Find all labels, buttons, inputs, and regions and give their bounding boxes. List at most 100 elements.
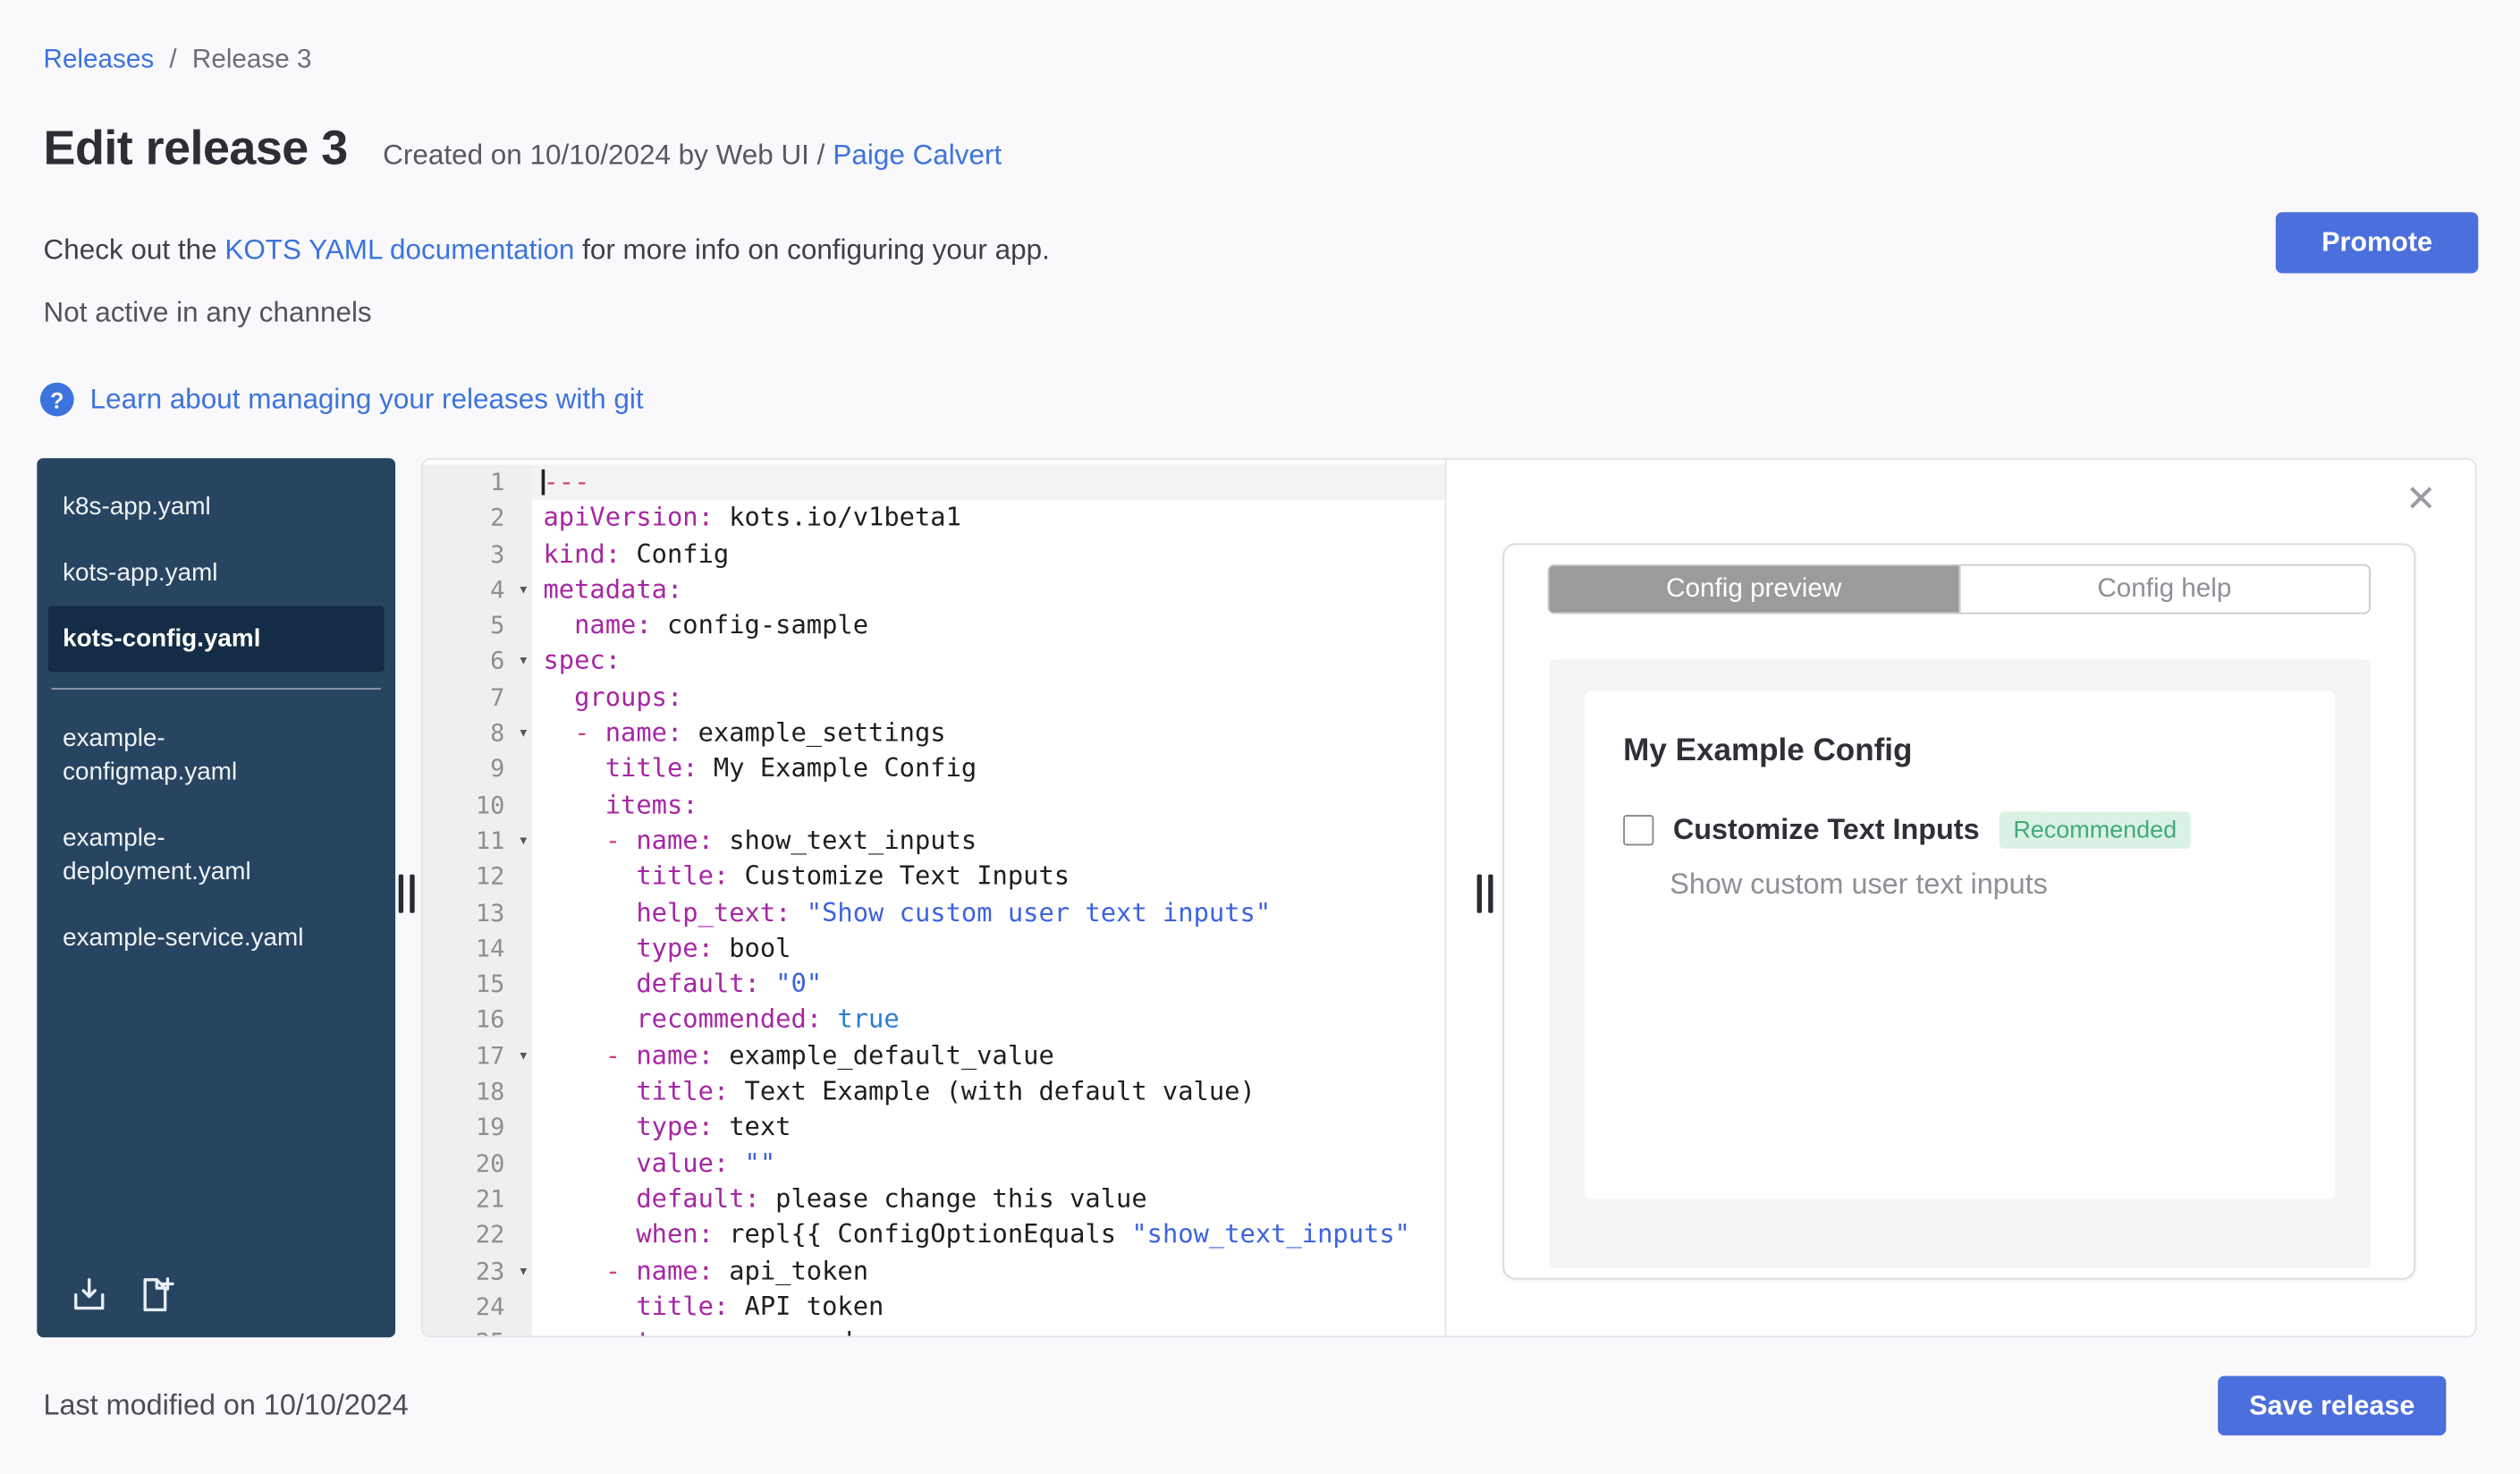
config-item-row: Customize Text Inputs Recommended — [1623, 811, 2296, 849]
line-number: 21 — [475, 1184, 505, 1214]
fold-arrow-icon[interactable]: ▾ — [518, 1038, 529, 1074]
code-line[interactable]: 16 recommended: true — [422, 1002, 1445, 1038]
code-line[interactable]: 23 ▾ - name: api_token — [422, 1252, 1445, 1290]
code-text: type: text — [636, 1111, 791, 1142]
line-number: 22 — [475, 1220, 505, 1250]
fold-arrow-icon[interactable]: ▾ — [518, 644, 529, 680]
preview-region: ✕ Config preview Config help My Example C… — [1446, 459, 2475, 1336]
line-number-gutter: 6 ▾ — [422, 643, 532, 680]
line-number: 3 — [490, 539, 505, 569]
fold-arrow-icon[interactable]: ▾ — [518, 823, 529, 859]
code-text: name: config-sample — [574, 609, 869, 640]
line-number-gutter: 11 ▾ — [422, 823, 532, 860]
file-tree-item[interactable]: k8s-app.yaml — [37, 474, 395, 540]
code-text: type: bool — [636, 932, 791, 963]
new-file-icon[interactable] — [135, 1275, 175, 1315]
tab-config-preview[interactable]: Config preview — [1549, 565, 1958, 613]
code-text: when: repl{{ ConfigOptionEquals "show_te… — [636, 1218, 1410, 1250]
line-number: 15 — [475, 969, 505, 999]
line-number-gutter: 4 ▾ — [422, 572, 532, 608]
line-number-gutter: 9 — [422, 750, 532, 788]
code-line[interactable]: 7 groups: — [422, 679, 1445, 716]
code-text: title: API token — [636, 1290, 884, 1321]
editor-resize-handle[interactable] — [1474, 874, 1496, 913]
file-tree-item[interactable]: example- configmap.yaml — [37, 706, 395, 805]
code-line[interactable]: 25 type: password — [422, 1325, 1445, 1336]
code-line[interactable]: 11 ▾ - name: show_text_inputs — [422, 823, 1445, 860]
fold-arrow-icon[interactable]: ▾ — [518, 1253, 529, 1289]
code-text: title: Customize Text Inputs — [636, 860, 1070, 892]
fold-arrow-icon[interactable]: ▾ — [518, 572, 529, 608]
code-line[interactable]: 13 help_text: "Show custom user text inp… — [422, 894, 1445, 931]
line-number: 20 — [475, 1148, 505, 1178]
file-tree-item[interactable]: kots-app.yaml — [37, 540, 395, 606]
line-number-gutter: 8 ▾ — [422, 715, 532, 751]
save-release-button[interactable]: Save release — [2218, 1376, 2447, 1436]
breadcrumb-separator: / — [169, 45, 177, 74]
line-number-gutter: 7 — [422, 679, 532, 716]
file-tree-item[interactable]: example- deployment.yaml — [37, 805, 395, 904]
line-number: 6 — [490, 647, 505, 676]
code-line[interactable]: 8 ▾ - name: example_settings — [422, 715, 1445, 751]
code-line[interactable]: 10 items: — [422, 787, 1445, 824]
line-number-gutter: 1 — [422, 464, 532, 501]
workbench: 1 --- 2 apiVersion: kots.io/v1beta1 3 kind: C… — [420, 458, 2477, 1338]
code-line[interactable]: 21 default: please change this value — [422, 1181, 1445, 1217]
code-text: kind: Config — [543, 538, 730, 569]
code-text: title: My Example Config — [605, 752, 977, 784]
code-line[interactable]: 14 type: bool — [422, 930, 1445, 967]
code-line[interactable]: 4 ▾ metadata: — [422, 572, 1445, 608]
upload-file-icon[interactable] — [69, 1275, 109, 1315]
code-line[interactable]: 17 ▾ - name: example_default_value — [422, 1038, 1445, 1074]
code-text: recommended: true — [636, 1004, 900, 1035]
code-text: - name: example_settings — [574, 716, 946, 748]
config-preview-panel: Config preview Config help My Example Con… — [1502, 543, 2416, 1280]
code-text: default: please change this value — [636, 1182, 1147, 1214]
git-help-link[interactable]: Learn about managing your releases with … — [90, 383, 644, 417]
file-tree-item[interactable]: kots-config.yaml — [47, 606, 385, 673]
code-line[interactable]: 22 when: repl{{ ConfigOptionEquals "show… — [422, 1216, 1445, 1253]
line-number: 16 — [475, 1005, 505, 1035]
code-line[interactable]: 19 type: text — [422, 1109, 1445, 1146]
code-line[interactable]: 9 title: My Example Config — [422, 750, 1445, 788]
file-list: k8s-app.yaml kots-app.yaml kots-config.yam… — [37, 458, 395, 1258]
git-help-row: ? Learn about managing your releases wit… — [39, 382, 644, 417]
code-line[interactable]: 24 title: API token — [422, 1289, 1445, 1326]
yaml-editor[interactable]: 1 --- 2 apiVersion: kots.io/v1beta1 3 kind: C… — [422, 459, 1447, 1336]
code-line[interactable]: 6 ▾ spec: — [422, 643, 1445, 680]
code-line[interactable]: 1 --- — [422, 464, 1445, 501]
sidebar-resize-handle[interactable] — [395, 874, 418, 913]
line-number-gutter: 24 — [422, 1289, 532, 1326]
line-number-gutter: 10 — [422, 787, 532, 824]
breadcrumb-releases-link[interactable]: Releases — [44, 45, 155, 73]
line-number: 7 — [490, 682, 505, 712]
line-number: 18 — [475, 1077, 505, 1106]
code-text: value: "" — [636, 1147, 776, 1178]
preview-body: My Example Config Customize Text Inputs … — [1549, 658, 2371, 1268]
tab-config-help[interactable]: Config help — [1958, 565, 2370, 613]
promote-button[interactable]: Promote — [2275, 212, 2479, 274]
code-line[interactable]: 15 default: "0" — [422, 966, 1445, 1003]
question-icon: ? — [39, 382, 74, 417]
config-item-help: Show custom user text inputs — [1670, 868, 2048, 901]
config-checkbox[interactable] — [1623, 815, 1654, 846]
code-text: --- — [531, 464, 1445, 501]
code-line[interactable]: 18 title: Text Example (with default val… — [422, 1073, 1445, 1110]
line-number-gutter: 13 — [422, 894, 532, 931]
release-editor-page: Releases / Release 3 Edit release 3 Crea… — [0, 0, 2520, 1474]
line-number-gutter: 16 — [422, 1002, 532, 1038]
author-link[interactable]: Paige Calvert — [833, 139, 1002, 171]
code-line[interactable]: 2 apiVersion: kots.io/v1beta1 — [422, 500, 1445, 537]
code-line[interactable]: 12 title: Customize Text Inputs — [422, 859, 1445, 895]
created-info: Created on 10/10/2024 by Web UI / Paige C… — [383, 139, 1002, 173]
close-icon[interactable]: ✕ — [2406, 479, 2437, 517]
kots-yaml-docs-link[interactable]: KOTS YAML documentation — [224, 233, 574, 266]
code-line[interactable]: 20 value: "" — [422, 1145, 1445, 1182]
docs-note: Check out the KOTS YAML documentation fo… — [44, 233, 1050, 267]
code-line[interactable]: 5 name: config-sample — [422, 607, 1445, 644]
line-number: 10 — [475, 790, 505, 819]
code-line[interactable]: 3 kind: Config — [422, 536, 1445, 572]
file-tree-item[interactable]: example-service.yaml — [37, 905, 395, 971]
file-tree-divider — [51, 688, 381, 690]
fold-arrow-icon[interactable]: ▾ — [518, 716, 529, 751]
